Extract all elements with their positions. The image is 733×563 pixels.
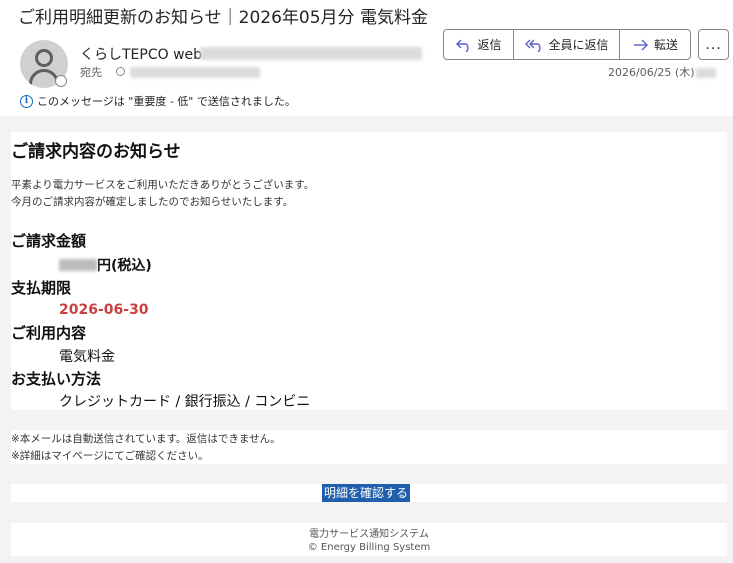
more-actions-button[interactable]: ... [698, 29, 729, 60]
intro-text: 平素より電力サービスをご利用いただきありがとうございます。 今月のご請求内容が確… [11, 177, 314, 211]
amount-unit: 円(税込) [97, 258, 152, 274]
amount-value: 円(税込) [59, 255, 152, 275]
billing-title: ご請求内容のお知らせ [11, 142, 181, 162]
due-label: 支払期限 [11, 279, 72, 297]
received-datetime-text: 2026/06/25 (木) [608, 66, 695, 79]
view-details-link[interactable]: 明細を確認する [322, 484, 411, 502]
reply-all-label: 全員に返信 [548, 38, 609, 52]
service-value: 電気料金 [59, 349, 115, 365]
recipient-address-redacted[interactable] [130, 67, 260, 78]
importance-text: このメッセージは "重要度 - 低" で送信されました。 [37, 95, 296, 108]
intro-line-2: 今月のご請求内容が確定しましたのでお知らせいたします。 [11, 196, 294, 208]
due-date: 2026-06-30 [59, 302, 149, 318]
notice-line-2: ※詳細はマイページにてご確認ください。 [11, 450, 209, 462]
reply-all-button[interactable]: 全員に返信 [514, 30, 620, 59]
reply-arrow-icon [456, 39, 470, 52]
to-label: 宛先 [80, 66, 102, 79]
presence-status-icon [55, 75, 67, 87]
person-icon [35, 49, 53, 67]
footer: 電力サービス通知システム © Energy Billing System [11, 523, 727, 556]
reply-label: 返信 [477, 38, 502, 52]
payment-value: クレジットカード / 銀行振込 / コンビニ [59, 394, 311, 410]
forward-button[interactable]: 転送 [620, 30, 690, 59]
email-reading-pane: ご利用明細更新のお知らせ｜2026年05月分 電気料金 くらしTEPCO web… [0, 0, 733, 563]
sender-address-redacted [200, 47, 422, 60]
forward-label: 転送 [653, 38, 678, 52]
footer-line-1: 電力サービス通知システム [309, 529, 429, 540]
received-datetime: 2026/06/25 (木) [608, 64, 717, 80]
message-actions-bar: 返信 全員に返信 転送 [443, 29, 691, 60]
info-icon: i [20, 94, 33, 108]
reply-button[interactable]: 返信 [444, 30, 514, 59]
notice-text: ※本メールは自動送信されています。返信はできません。 ※詳細はマイページにてご確… [11, 431, 281, 465]
email-subject: ご利用明細更新のお知らせ｜2026年05月分 電気料金 [18, 8, 428, 28]
reply-all-arrow-icon [525, 39, 542, 52]
intro-line-1: 平素より電力サービスをご利用いただきありがとうございます。 [11, 179, 315, 191]
amount-label: ご請求金額 [11, 232, 87, 250]
forward-arrow-icon [633, 39, 648, 50]
sender-name[interactable]: くらしTEPCO web [80, 44, 202, 64]
recipient-presence-icon [116, 67, 125, 76]
amount-redacted [59, 259, 97, 271]
service-label: ご利用内容 [11, 324, 87, 342]
payment-label: お支払い方法 [11, 370, 102, 388]
notice-line-1: ※本メールは自動送信されています。返信はできません。 [11, 433, 281, 445]
footer-line-2: © Energy Billing System [307, 542, 431, 553]
importance-infobar: i このメッセージは "重要度 - 低" で送信されました。 [20, 93, 296, 109]
